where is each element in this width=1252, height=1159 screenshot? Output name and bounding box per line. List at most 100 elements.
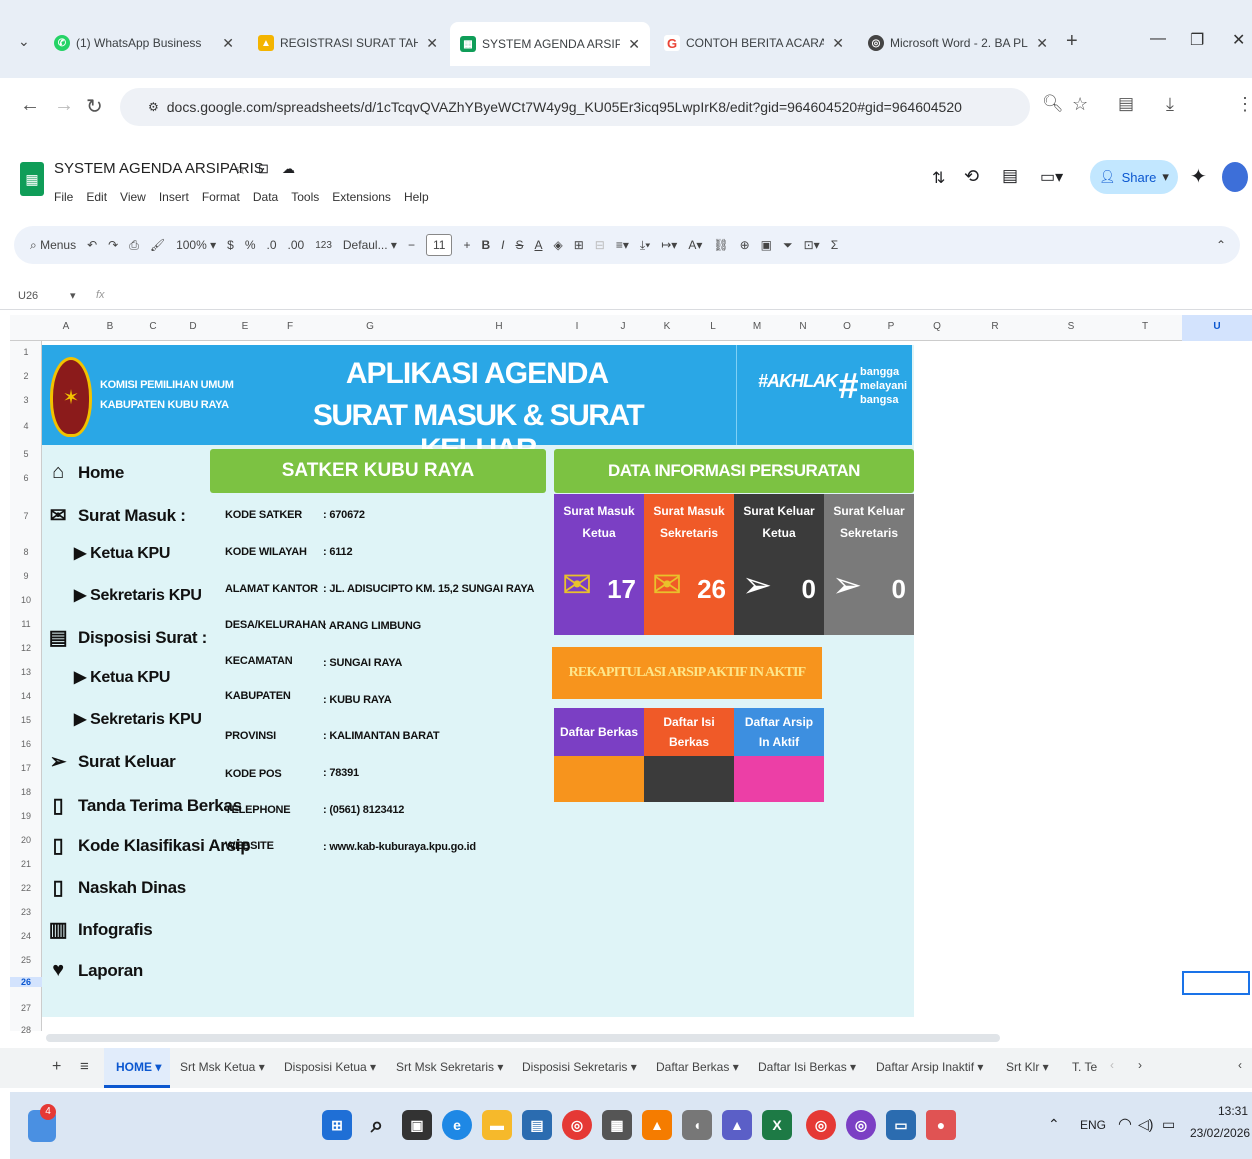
filter-views-icon[interactable]: ⊡▾ <box>804 238 820 252</box>
rekap-daftar-berkas[interactable]: Daftar Berkas <box>554 708 644 756</box>
row-header[interactable]: 1 <box>10 347 42 357</box>
rekap-banner[interactable]: REKAPITULASI ARSIP AKTIF IN AKTIF TAHUN … <box>552 647 822 732</box>
menu-insert[interactable]: Insert <box>159 190 189 204</box>
font-size-increase-button[interactable]: + <box>463 238 470 252</box>
column-header[interactable]: I <box>562 321 592 332</box>
volume-icon[interactable]: ◁) <box>1138 1116 1153 1133</box>
row-header[interactable]: 7 <box>10 511 42 521</box>
meet-icon[interactable]: ▭▾ <box>1040 167 1063 187</box>
sheet-tab[interactable]: Daftar Isi Berkas ▾ <box>758 1060 856 1074</box>
chevron-right-icon[interactable]: › <box>1138 1058 1142 1072</box>
excel-icon[interactable]: X <box>762 1110 792 1140</box>
menu-file[interactable]: File <box>54 190 73 204</box>
column-header[interactable]: S <box>1056 321 1086 332</box>
doc-title[interactable]: SYSTEM AGENDA ARSIPARIS <box>54 160 264 177</box>
column-header[interactable]: A <box>52 321 80 332</box>
stat-card-surat-masuk-ketua[interactable]: Surat Masuk Ketua ✉ 17 <box>554 494 644 635</box>
fill-color-icon[interactable]: ◈ <box>554 238 563 252</box>
nav-surat-masuk[interactable]: ✉ Surat Masuk : <box>46 503 186 528</box>
column-header[interactable]: L <box>698 321 728 332</box>
filter-icon[interactable]: ⏷ <box>783 238 793 253</box>
row-header[interactable]: 10 <box>10 595 42 605</box>
row-header[interactable]: 5 <box>10 449 42 459</box>
text-wrap-icon[interactable]: ↦▾ <box>661 238 677 252</box>
app-icon[interactable]: ● <box>926 1110 956 1140</box>
close-icon[interactable]: ✕ <box>628 36 640 53</box>
row-header-selected[interactable]: 26 <box>10 977 42 987</box>
battery-icon[interactable]: ▭ <box>1162 1116 1175 1133</box>
sheet-tab[interactable]: Srt Klr ▾ <box>1006 1060 1049 1074</box>
add-sheet-button[interactable]: + <box>52 1058 61 1076</box>
merge-cells-icon[interactable]: ⊟ <box>595 238 605 252</box>
close-icon[interactable]: ✕ <box>832 35 844 52</box>
column-header[interactable]: G <box>355 321 385 332</box>
menu-extensions[interactable]: Extensions <box>332 190 391 204</box>
row-header[interactable]: 6 <box>10 473 42 483</box>
stat-card-surat-keluar-sekretaris[interactable]: Surat Keluar Sekretaris ➢ 0 <box>824 494 914 635</box>
row-header[interactable]: 14 <box>10 691 42 701</box>
row-header[interactable]: 28 <box>10 1025 42 1035</box>
row-header[interactable]: 21 <box>10 859 42 869</box>
rekap-daftar-arsip-inaktif[interactable]: Daftar Arsip In Aktif <box>734 708 824 756</box>
vlc-icon[interactable]: ▲ <box>642 1110 672 1140</box>
store-icon[interactable]: ▤ <box>522 1110 552 1140</box>
rekap-daftar-isi-berkas[interactable]: Daftar Isi Berkas <box>644 708 734 756</box>
percent-format-button[interactable]: % <box>245 238 256 252</box>
strikethrough-button[interactable]: S <box>515 238 523 252</box>
functions-icon[interactable]: Σ <box>831 238 838 252</box>
history-icon[interactable]: ⟲ <box>964 166 979 187</box>
column-header[interactable]: M <box>742 321 772 332</box>
italic-button[interactable]: I <box>501 238 504 252</box>
sheet-tab[interactable]: Disposisi Ketua ▾ <box>284 1060 376 1074</box>
account-avatar[interactable] <box>1222 162 1248 192</box>
share-button[interactable]: 👤︎ Share ▾ <box>1090 160 1178 194</box>
column-header[interactable]: P <box>876 321 906 332</box>
nav-sm-ketua[interactable]: ▶ Ketua KPU <box>74 543 170 563</box>
close-icon[interactable]: ✕ <box>1036 35 1048 52</box>
activity-icon[interactable]: ⇅ <box>932 168 945 188</box>
clock-date[interactable]: 23/02/2026 <box>1190 1126 1250 1140</box>
nav-ds-sekretaris[interactable]: ▶ Sekretaris KPU <box>74 709 202 729</box>
sheet-tab[interactable]: Daftar Arsip Inaktif ▾ <box>876 1060 983 1074</box>
row-header[interactable]: 23 <box>10 907 42 917</box>
zoom-select[interactable]: 100% ▾ <box>176 238 216 252</box>
all-sheets-icon[interactable]: ≡ <box>80 1058 89 1075</box>
row-header[interactable]: 3 <box>10 395 42 405</box>
chrome-icon[interactable]: ◎ <box>562 1110 592 1140</box>
task-view-icon[interactable]: ▣ <box>402 1110 432 1140</box>
close-icon[interactable]: ✕ <box>426 35 438 52</box>
collapse-toolbar-icon[interactable]: ⌃ <box>1216 238 1226 252</box>
language-indicator[interactable]: ENG <box>1080 1118 1106 1132</box>
row-header[interactable]: 17 <box>10 763 42 773</box>
sheet-tab[interactable]: Daftar Berkas ▾ <box>656 1060 739 1074</box>
address-bar[interactable]: ⚙ docs.google.com/spreadsheets/d/1cTcqvQ… <box>120 88 1030 126</box>
clock-time[interactable]: 13:31 <box>1218 1104 1248 1118</box>
more-formats-button[interactable]: 123 <box>315 240 332 251</box>
back-button[interactable]: ← <box>20 94 40 117</box>
row-header[interactable]: 15 <box>10 715 42 725</box>
sheet-tab[interactable]: Srt Msk Sekretaris ▾ <box>396 1060 503 1074</box>
chrome-profile-icon[interactable]: ◎ <box>846 1110 876 1140</box>
row-header[interactable]: 13 <box>10 667 42 677</box>
search-icon[interactable]: ⌕ <box>362 1110 392 1140</box>
paint-format-icon[interactable]: 🖌︎ <box>150 238 165 252</box>
name-box[interactable]: U26 <box>18 290 38 302</box>
browser-tab-active[interactable]: ▦ SYSTEM AGENDA ARSIPAR ✕ <box>450 22 650 66</box>
site-info-icon[interactable]: ⚙ <box>148 100 159 114</box>
reading-list-icon[interactable]: ▤ <box>1118 94 1134 114</box>
menu-help[interactable]: Help <box>404 190 429 204</box>
row-header[interactable]: 9 <box>10 571 42 581</box>
menu-tools[interactable]: Tools <box>291 190 319 204</box>
menu-data[interactable]: Data <box>253 190 278 204</box>
column-header[interactable]: E <box>230 321 260 332</box>
stat-card-surat-masuk-sekretaris[interactable]: Surat Masuk Sekretaris ✉ 26 <box>644 494 734 635</box>
font-size-decrease-button[interactable]: − <box>408 238 415 252</box>
row-header[interactable]: 4 <box>10 421 42 431</box>
text-color-button[interactable]: A <box>534 238 542 252</box>
chart-icon[interactable]: ▣ <box>761 238 772 252</box>
row-header[interactable]: 12 <box>10 643 42 653</box>
app-icon[interactable]: ▦ <box>602 1110 632 1140</box>
download-icon[interactable]: ⤓ <box>1166 94 1174 115</box>
undo-icon[interactable]: ↶ <box>87 238 97 252</box>
column-header[interactable]: R <box>980 321 1010 332</box>
